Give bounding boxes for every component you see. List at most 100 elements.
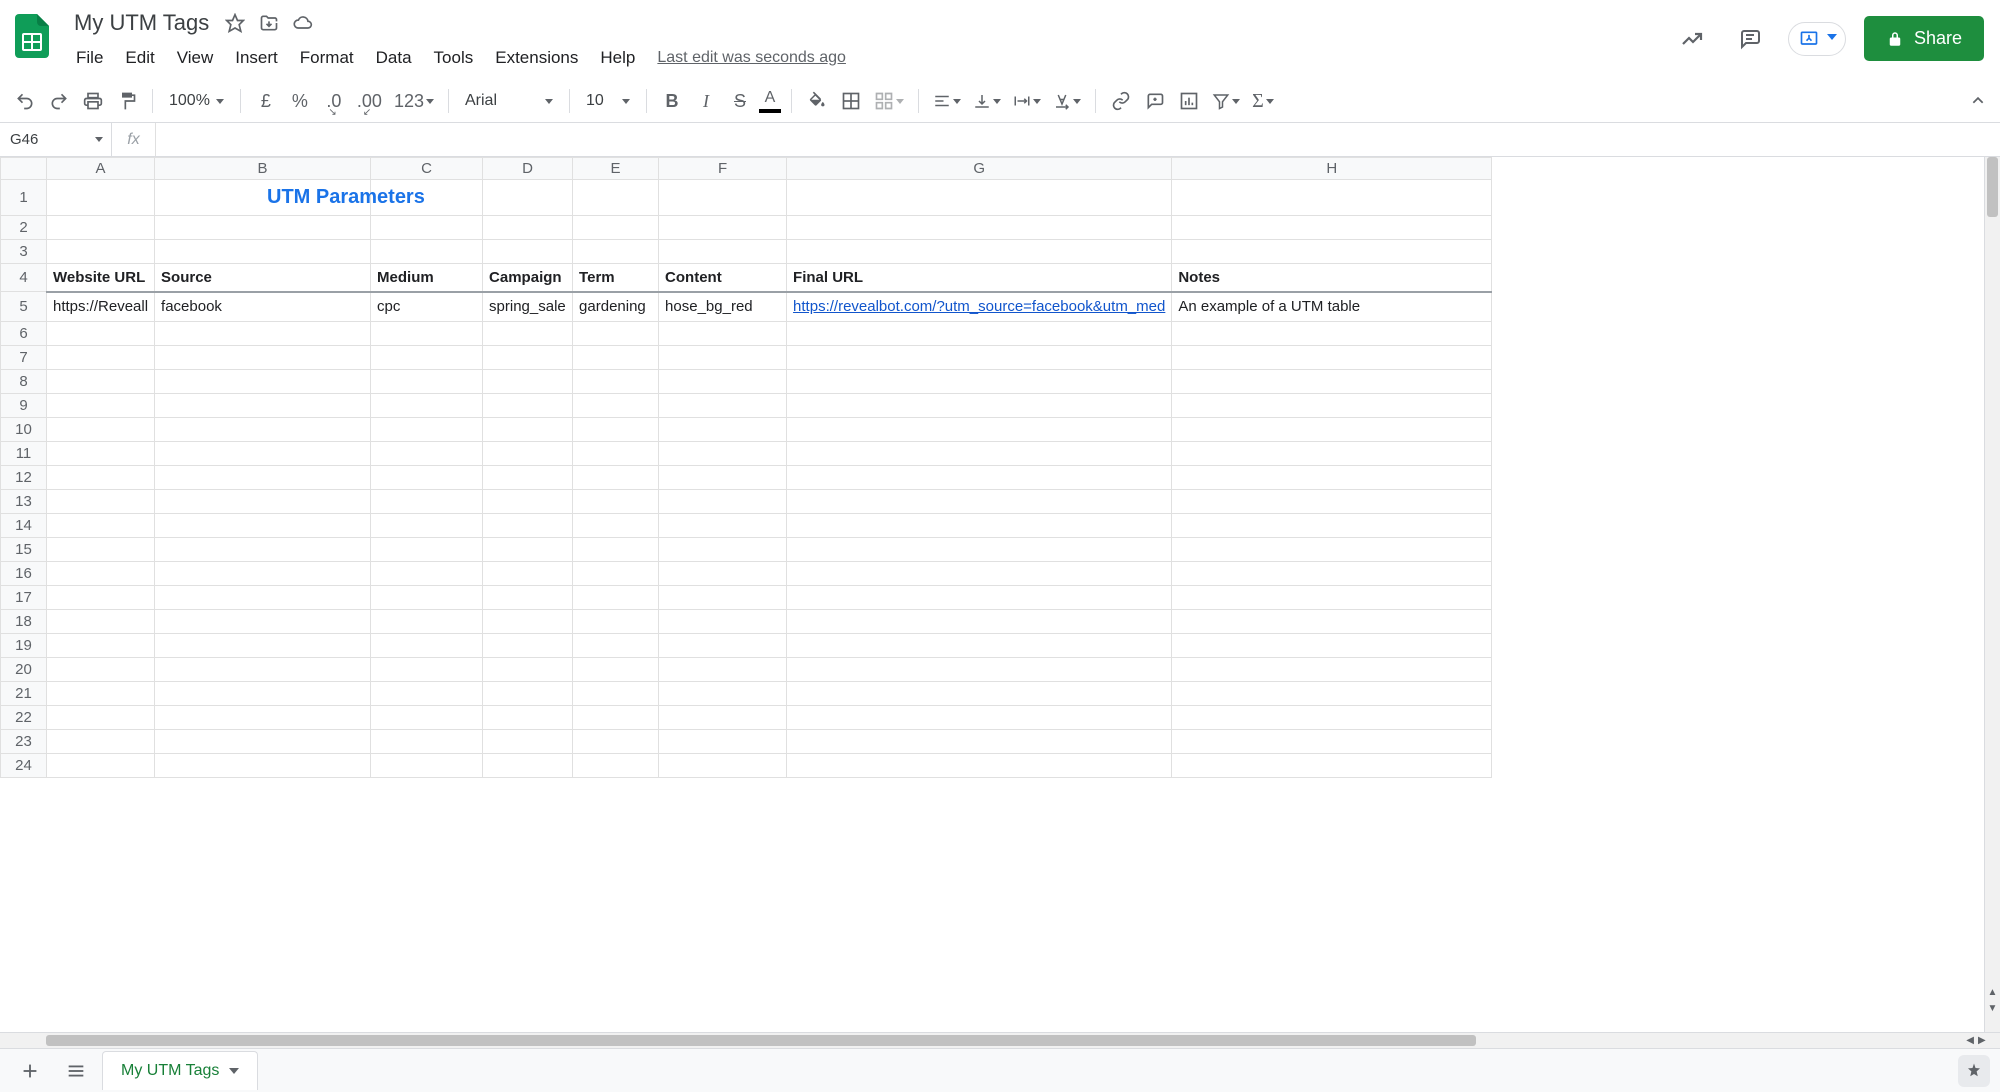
cell-G7[interactable] (787, 346, 1172, 370)
comments-icon[interactable] (1730, 19, 1770, 59)
cell-H2[interactable] (1172, 216, 1492, 240)
menu-help[interactable]: Help (590, 42, 645, 74)
cell-F12[interactable] (659, 466, 787, 490)
cell-C5[interactable]: cpc (371, 292, 483, 322)
row-header-19[interactable]: 19 (1, 634, 47, 658)
cell-H22[interactable] (1172, 706, 1492, 730)
fill-color-button[interactable] (802, 84, 832, 118)
cell-E11[interactable] (573, 442, 659, 466)
cell-D10[interactable] (483, 418, 573, 442)
cell-C8[interactable] (371, 370, 483, 394)
cell-A6[interactable] (47, 322, 155, 346)
cell-D2[interactable] (483, 216, 573, 240)
cell-E17[interactable] (573, 586, 659, 610)
cell-F7[interactable] (659, 346, 787, 370)
cell-G5[interactable]: https://revealbot.com/?utm_source=facebo… (787, 292, 1172, 322)
cell-D24[interactable] (483, 754, 573, 778)
cell-F1[interactable] (659, 180, 787, 216)
cell-H9[interactable] (1172, 394, 1492, 418)
menu-edit[interactable]: Edit (115, 42, 164, 74)
cell-B7[interactable] (155, 346, 371, 370)
cell-F6[interactable] (659, 322, 787, 346)
row-header-6[interactable]: 6 (1, 322, 47, 346)
menu-extensions[interactable]: Extensions (485, 42, 588, 74)
font-size-dropdown[interactable]: 10 (580, 92, 636, 110)
cell-H15[interactable] (1172, 538, 1492, 562)
cell-G10[interactable] (787, 418, 1172, 442)
row-header-9[interactable]: 9 (1, 394, 47, 418)
menu-tools[interactable]: Tools (424, 42, 484, 74)
cell-C16[interactable] (371, 562, 483, 586)
row-header-15[interactable]: 15 (1, 538, 47, 562)
cell-F10[interactable] (659, 418, 787, 442)
row-header-2[interactable]: 2 (1, 216, 47, 240)
cell-H17[interactable] (1172, 586, 1492, 610)
menu-view[interactable]: View (167, 42, 224, 74)
cell-F21[interactable] (659, 682, 787, 706)
cell-D11[interactable] (483, 442, 573, 466)
cell-A12[interactable] (47, 466, 155, 490)
cell-G24[interactable] (787, 754, 1172, 778)
cell-E13[interactable] (573, 490, 659, 514)
cell-A8[interactable] (47, 370, 155, 394)
row-header-21[interactable]: 21 (1, 682, 47, 706)
cell-D22[interactable] (483, 706, 573, 730)
paint-format-button[interactable] (112, 84, 142, 118)
cell-D16[interactable] (483, 562, 573, 586)
cell-B11[interactable] (155, 442, 371, 466)
cell-A7[interactable] (47, 346, 155, 370)
insert-comment-button[interactable] (1140, 84, 1170, 118)
cell-B6[interactable] (155, 322, 371, 346)
vertical-scrollbar[interactable]: ▲ ▼ (1984, 157, 2000, 1032)
cell-E12[interactable] (573, 466, 659, 490)
cell-D14[interactable] (483, 514, 573, 538)
cell-B14[interactable] (155, 514, 371, 538)
cell-F15[interactable] (659, 538, 787, 562)
cloud-status-icon[interactable] (293, 13, 313, 33)
cell-G1[interactable] (787, 180, 1172, 216)
scroll-left-button[interactable]: ◀ (1966, 1035, 1974, 1046)
cell-E16[interactable] (573, 562, 659, 586)
cell-H3[interactable] (1172, 240, 1492, 264)
cell-D5[interactable]: spring_sale (483, 292, 573, 322)
cell-E6[interactable] (573, 322, 659, 346)
zoom-dropdown[interactable]: 100% (163, 92, 230, 110)
cell-E4[interactable]: Term (573, 264, 659, 292)
cell-H19[interactable] (1172, 634, 1492, 658)
font-family-dropdown[interactable]: Arial (459, 92, 559, 110)
cell-F5[interactable]: hose_bg_red (659, 292, 787, 322)
activity-icon[interactable] (1672, 19, 1712, 59)
cell-D12[interactable] (483, 466, 573, 490)
present-button[interactable] (1788, 22, 1846, 56)
cell-C14[interactable] (371, 514, 483, 538)
cell-D19[interactable] (483, 634, 573, 658)
text-rotation-dropdown[interactable] (1049, 84, 1085, 118)
cell-F13[interactable] (659, 490, 787, 514)
menu-insert[interactable]: Insert (225, 42, 288, 74)
cell-G11[interactable] (787, 442, 1172, 466)
cell-F3[interactable] (659, 240, 787, 264)
cell-A3[interactable] (47, 240, 155, 264)
row-header-13[interactable]: 13 (1, 490, 47, 514)
row-header-5[interactable]: 5 (1, 292, 47, 322)
currency-button[interactable]: £ (251, 84, 281, 118)
cell-C22[interactable] (371, 706, 483, 730)
collapse-toolbar-button[interactable] (1966, 89, 1990, 113)
cell-A5[interactable]: https://Reveall (47, 292, 155, 322)
insert-link-button[interactable] (1106, 84, 1136, 118)
cell-A13[interactable] (47, 490, 155, 514)
sheet-scroll[interactable]: ABCDEFGH1UTM Parameters234Website URLSou… (0, 157, 1984, 1032)
cell-B9[interactable] (155, 394, 371, 418)
cell-G20[interactable] (787, 658, 1172, 682)
cell-A24[interactable] (47, 754, 155, 778)
cell-G18[interactable] (787, 610, 1172, 634)
cell-F16[interactable] (659, 562, 787, 586)
cell-G16[interactable] (787, 562, 1172, 586)
cell-F19[interactable] (659, 634, 787, 658)
cell-F23[interactable] (659, 730, 787, 754)
scroll-down-button[interactable]: ▼ (1985, 1000, 2000, 1016)
insert-chart-button[interactable] (1174, 84, 1204, 118)
cell-F11[interactable] (659, 442, 787, 466)
cell-C20[interactable] (371, 658, 483, 682)
cell-E5[interactable]: gardening (573, 292, 659, 322)
